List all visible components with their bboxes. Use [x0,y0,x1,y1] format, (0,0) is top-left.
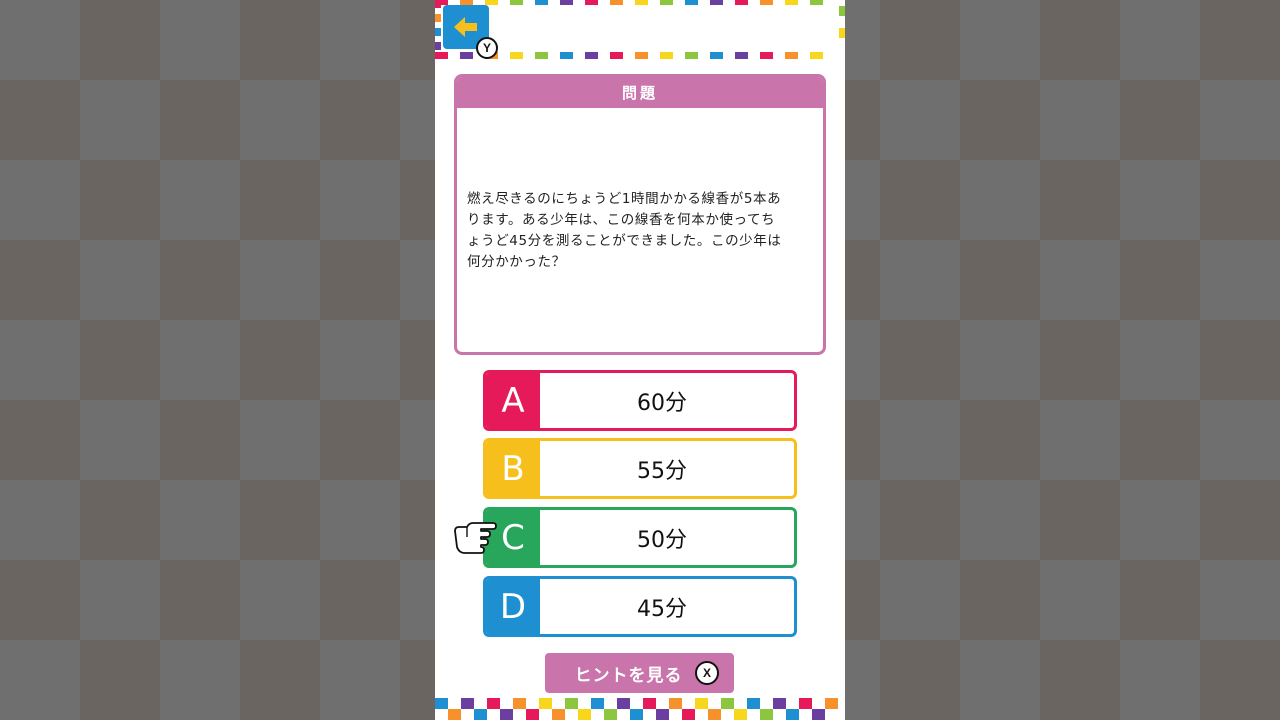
question-line: 何分かかった？ [467,254,566,270]
question-line: ります。ある少年は、この線香を何本か使ってち [467,212,776,228]
pointing-hand-icon [454,522,497,554]
answer-text: 50分 [637,527,687,553]
arrow-left-icon [454,17,477,37]
answer-a-button[interactable]: A 60分 [483,370,797,431]
x-button-badge: X [695,661,719,685]
question-line: 燃え尽きるのにちょうど1時間かかる線香が5本あ [467,191,782,207]
top-edge-checker-stripe [435,0,845,5]
answer-text: 55分 [637,458,687,484]
answer-d-button[interactable]: D 45分 [483,576,797,637]
right-checker-stripe [839,6,845,50]
answer-letter: D [486,579,540,634]
answer-text: 60分 [637,390,687,416]
question-line: ょうど45分を測ることができました。この少年は [467,233,782,249]
left-checker-stripe [435,0,441,56]
question-title: 問題 [457,77,823,108]
answer-b-button[interactable]: B 55分 [483,438,797,499]
hint-label: ヒントを見る [574,665,683,686]
game-screen: Y 問題 燃え尽きるのにちょうど1時間かかる線香が5本あ ります。ある少年は、こ… [435,0,845,720]
answer-letter: A [486,373,540,428]
question-card: 問題 燃え尽きるのにちょうど1時間かかる線香が5本あ ります。ある少年は、この線… [454,74,826,355]
answer-text: 45分 [637,596,687,622]
y-button-badge: Y [476,37,498,59]
answer-c-button[interactable]: C 50分 [483,507,797,568]
question-text: 燃え尽きるのにちょうど1時間かかる線香が5本あ ります。ある少年は、この線香を何… [467,189,813,273]
answer-letter: B [486,441,540,496]
bottom-checker-stripe [435,698,845,720]
